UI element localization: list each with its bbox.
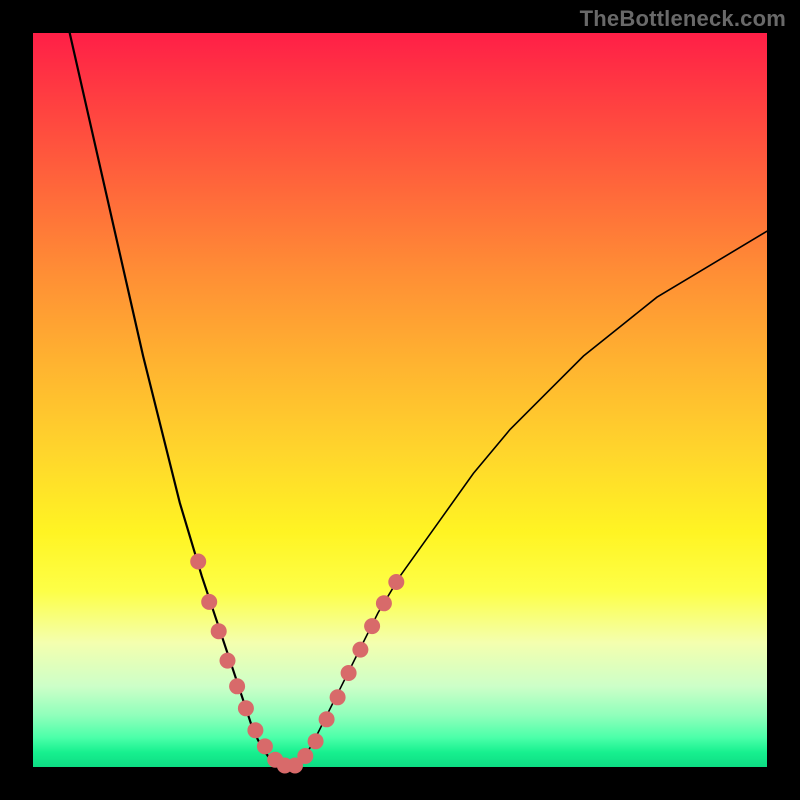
marker-dot [330,689,346,705]
marker-dot [341,665,357,681]
marker-dots-group [190,554,404,774]
marker-dot [220,653,236,669]
bottleneck-curve-right [283,231,767,767]
outer-frame: TheBottleneck.com [0,0,800,800]
watermark-text: TheBottleneck.com [580,6,786,32]
marker-dot [319,711,335,727]
marker-dot [201,594,217,610]
marker-dot [257,738,273,754]
marker-dot [190,554,206,570]
marker-dot [388,574,404,590]
chart-svg [33,33,767,767]
marker-dot [211,623,227,639]
bottleneck-curve-left [70,33,290,767]
marker-dot [247,722,263,738]
marker-dot [376,595,392,611]
marker-dot [352,642,368,658]
marker-dot [297,748,313,764]
marker-dot [238,700,254,716]
marker-dot [308,733,324,749]
plot-area [33,33,767,767]
marker-dot [229,678,245,694]
marker-dot [364,618,380,634]
